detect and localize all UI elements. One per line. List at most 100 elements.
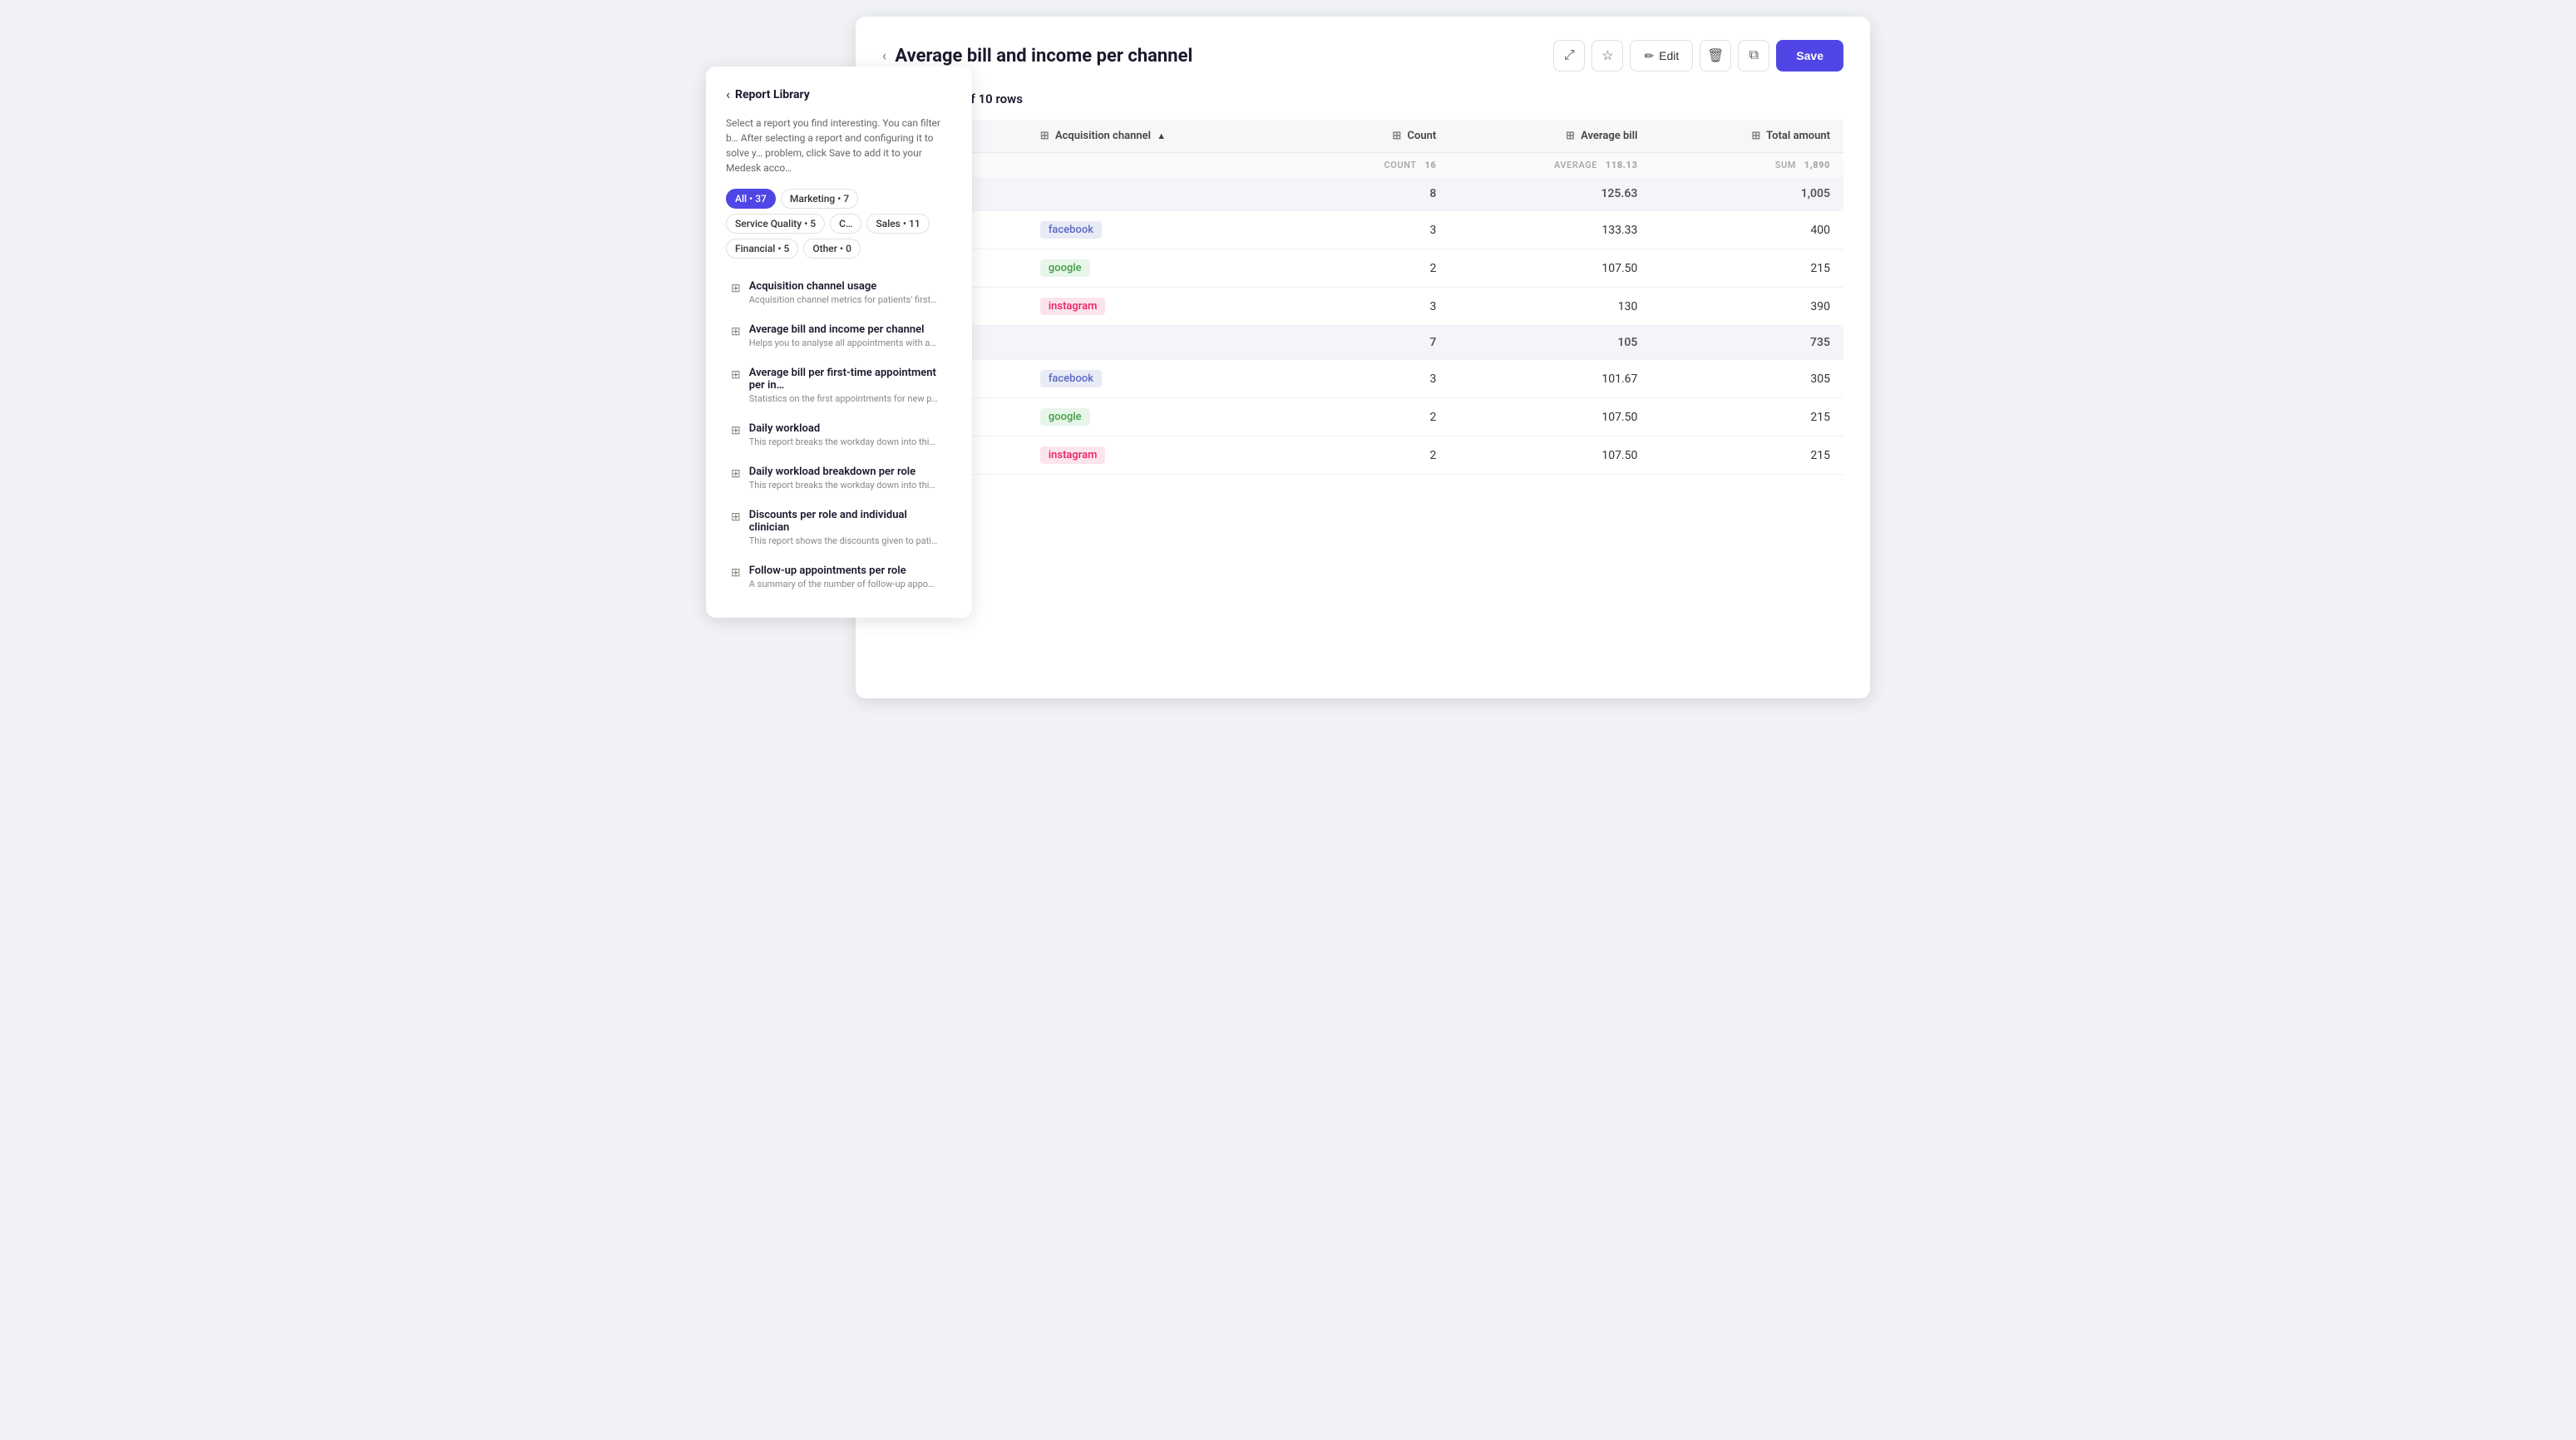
table-row: google 2 107.50 215 (882, 249, 1843, 288)
channel-tag-instagram: instagram (1040, 446, 1106, 464)
report-title: Average bill per first-time appointment … (749, 367, 947, 392)
report-item-discounts[interactable]: ⊞ Discounts per role and individual clin… (726, 501, 952, 555)
filter-tag-c[interactable]: C… (830, 214, 861, 234)
table-icon: ⊞ (731, 368, 741, 382)
report-title: Daily workload (749, 422, 935, 435)
report-item-acquisition-channel-usage[interactable]: ⊞ Acquisition channel usage Acquisition … (726, 272, 952, 313)
row-avg: 101.67 (1449, 360, 1651, 398)
table-icon: ⊞ (731, 282, 741, 295)
group-count: 7 (1305, 326, 1449, 360)
col-icon-total: ⊞ (1751, 130, 1760, 142)
avg-value: 118.13 (1606, 160, 1638, 170)
filter-tags-container: All • 37 Marketing • 7 Service Quality •… (726, 189, 952, 259)
row-total: 390 (1651, 288, 1843, 326)
report-title: Discounts per role and individual clinic… (749, 509, 947, 534)
star-icon: ☆ (1601, 47, 1613, 64)
col-header-channel[interactable]: ⊞ Acquisition channel ▲ (1027, 120, 1305, 153)
row-avg: 130 (1449, 288, 1651, 326)
report-item-follow-up[interactable]: ⊞ Follow-up appointments per role A summ… (726, 556, 952, 598)
row-channel: google (1027, 249, 1305, 288)
copy-button[interactable]: ⧉ (1738, 40, 1769, 72)
group-avg: 125.63 (1449, 177, 1651, 211)
row-total: 215 (1651, 249, 1843, 288)
table-row: instagram 3 130 390 (882, 288, 1843, 326)
report-desc: This report breaks the workday down into… (749, 480, 935, 491)
row-channel: facebook (1027, 360, 1305, 398)
sort-icon-channel: ▲ (1157, 131, 1166, 141)
sum-label: SUM (1775, 160, 1796, 170)
report-item-avg-bill-income[interactable]: ⊞ Average bill and income per channel He… (726, 315, 952, 357)
copy-icon: ⧉ (1749, 48, 1759, 63)
channel-tag-facebook: facebook (1040, 370, 1102, 387)
row-channel: instagram (1027, 288, 1305, 326)
table-row: facebook 3 133.33 400 (882, 211, 1843, 249)
report-item-avg-bill-first-time[interactable]: ⊞ Average bill per first-time appointmen… (726, 358, 952, 412)
col-icon-channel: ⊞ (1040, 130, 1049, 142)
delete-icon: 🗑 (1707, 47, 1724, 64)
report-title: Daily workload breakdown per role (749, 466, 935, 478)
group-channel (1027, 326, 1305, 360)
row-total: 215 (1651, 436, 1843, 475)
row-count: 2 (1305, 436, 1449, 475)
report-title: Follow-up appointments per role (749, 565, 935, 577)
filter-tag-all[interactable]: All • 37 (726, 189, 776, 209)
panel-title: Average bill and income per channel (895, 46, 1192, 67)
filter-tag-marketing[interactable]: Marketing • 7 (781, 189, 858, 209)
sidebar: ‹ Report Library Select a report you fin… (706, 67, 972, 618)
report-item-daily-workload[interactable]: ⊞ Daily workload This report breaks the … (726, 414, 952, 456)
count-value: 16 (1424, 160, 1436, 170)
report-desc: Statistics on the first appointments for… (749, 393, 947, 404)
table-row: facebook 3 101.67 305 (882, 360, 1843, 398)
chevron-left-icon: ‹ (726, 86, 730, 102)
edit-label: Edit (1659, 49, 1679, 62)
channel-tag-facebook: facebook (1040, 221, 1102, 239)
sidebar-description: Select a report you find interesting. Yo… (726, 116, 952, 175)
main-panel: ‹ Average bill and income per channel ⤢ … (856, 17, 1870, 698)
row-channel: facebook (1027, 211, 1305, 249)
back-button[interactable]: ‹ (882, 47, 886, 65)
col-header-total: ⊞ Total amount (1651, 120, 1843, 153)
count-label: COUNT (1384, 160, 1416, 170)
row-count: 3 (1305, 288, 1449, 326)
report-desc: This report breaks the workday down into… (749, 436, 935, 447)
subheader-sum: SUM 1,890 (1651, 153, 1843, 178)
table-icon: ⊞ (731, 467, 741, 481)
filter-tag-financial[interactable]: Financial • 5 (726, 239, 798, 259)
col-header-avg-bill: ⊞ Average bill (1449, 120, 1651, 153)
table-icon: ⊞ (731, 510, 741, 524)
row-channel: google (1027, 398, 1305, 436)
row-avg: 107.50 (1449, 436, 1651, 475)
sidebar-back-button[interactable]: ‹ Report Library (726, 86, 952, 102)
table-row: google 2 107.50 215 (882, 398, 1843, 436)
sidebar-title: Report Library (735, 88, 810, 101)
row-total: 400 (1651, 211, 1843, 249)
group-count: 8 (1305, 177, 1449, 211)
col-icon-avg-bill: ⊞ (1566, 130, 1575, 142)
edit-button[interactable]: ✏ Edit (1630, 40, 1693, 72)
report-item-daily-workload-role[interactable]: ⊞ Daily workload breakdown per role This… (726, 457, 952, 499)
group-channel (1027, 177, 1305, 211)
group-row-2020-09: 2020-09 7 105 735 (882, 326, 1843, 360)
report-desc: A summary of the number of follow-up app… (749, 579, 935, 589)
filter-tag-other[interactable]: Other • 0 (803, 239, 861, 259)
row-total: 215 (1651, 398, 1843, 436)
col-icon-count: ⊞ (1392, 130, 1401, 142)
subheader-channel (1027, 153, 1305, 178)
report-desc: This report shows the discounts given to… (749, 535, 947, 546)
group-total: 1,005 (1651, 177, 1843, 211)
resize-button[interactable]: ⤢ (1553, 40, 1585, 72)
report-title: Average bill and income per channel (749, 323, 936, 336)
save-button[interactable]: Save (1776, 40, 1843, 72)
page-wrapper: ‹ Report Library Select a report you fin… (706, 17, 1870, 698)
delete-button[interactable]: 🗑 (1700, 40, 1731, 72)
row-total: 305 (1651, 360, 1843, 398)
row-count: 3 (1305, 360, 1449, 398)
report-title: Acquisition channel usage (749, 280, 937, 293)
filter-tag-sales[interactable]: Sales • 11 (866, 214, 929, 234)
sum-value: 1,890 (1804, 160, 1830, 170)
edit-icon: ✏ (1644, 49, 1654, 63)
table-row: instagram 2 107.50 215 (882, 436, 1843, 475)
filter-tag-service-quality[interactable]: Service Quality • 5 (726, 214, 825, 234)
star-button[interactable]: ☆ (1591, 40, 1623, 72)
report-desc: Acquisition channel metrics for patients… (749, 294, 937, 305)
